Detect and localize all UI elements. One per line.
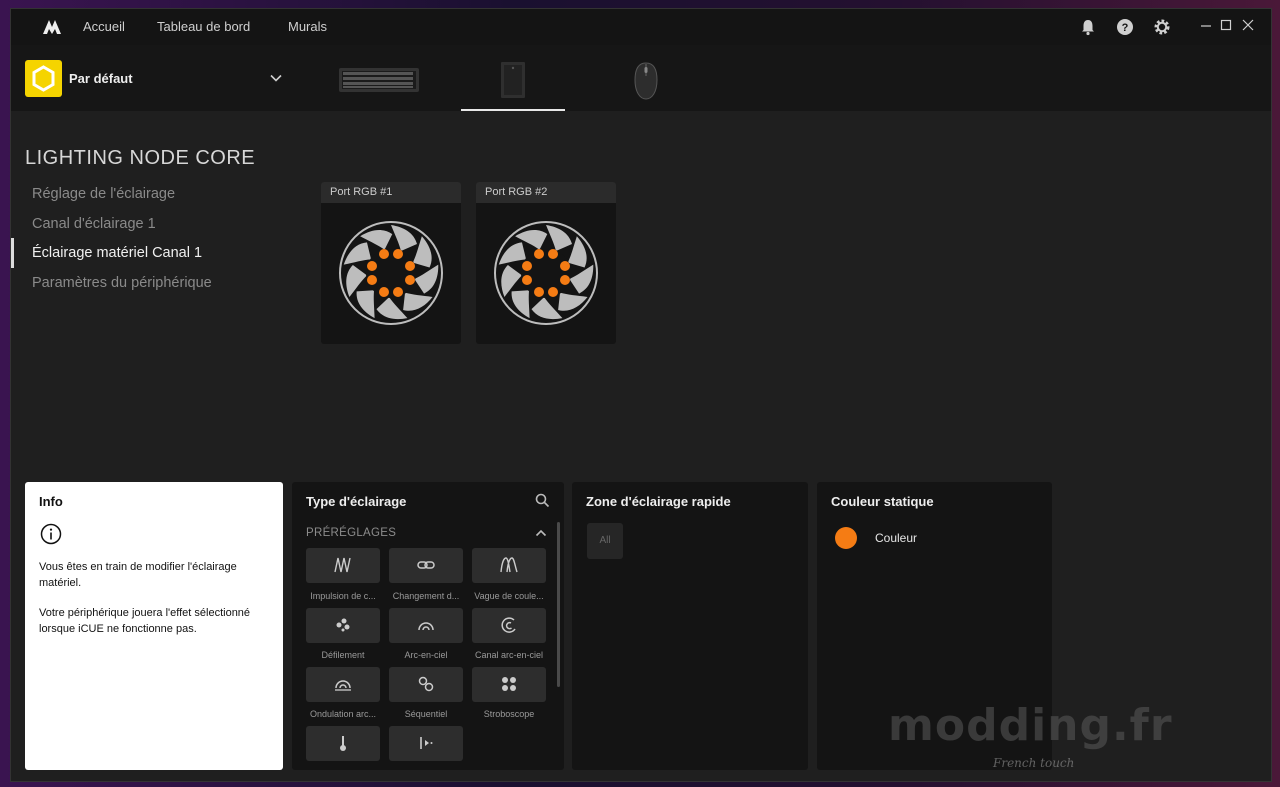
preset-label: Stroboscope (483, 709, 535, 719)
mouse-device-icon[interactable] (633, 62, 659, 100)
chevron-up-icon[interactable] (535, 528, 547, 538)
channel-rainbow-icon (501, 617, 516, 633)
sequential-icon (418, 676, 434, 692)
lighting-type-title: Type d'éclairage (306, 494, 407, 509)
main-content: LIGHTING NODE CORE Réglage de l'éclairag… (11, 111, 1271, 781)
preset-stroboscope[interactable] (472, 667, 546, 702)
menu-item-canal-eclairage-1[interactable]: Canal d'éclairage 1 (32, 216, 156, 232)
pulse-icon (334, 557, 351, 573)
nav-tableau-de-bord[interactable]: Tableau de bord (157, 19, 250, 34)
minimize-icon[interactable] (1198, 17, 1214, 33)
wave-icon (500, 557, 518, 573)
bell-icon[interactable] (1079, 18, 1097, 36)
presets-scrollbar[interactable] (557, 522, 560, 687)
ripple-icon (335, 680, 351, 691)
preset-changement[interactable] (389, 548, 463, 583)
static-color-title: Couleur statique (831, 494, 934, 509)
nav-accueil[interactable]: Accueil (83, 19, 125, 34)
preset-vague[interactable] (472, 548, 546, 583)
menu-item-reglage-eclairage[interactable]: Réglage de l'éclairage (32, 186, 175, 202)
port-card-1[interactable]: Port RGB #1 (321, 182, 461, 344)
preset-label: Arc-en-ciel (404, 650, 448, 660)
preset-arc-en-ciel[interactable] (389, 608, 463, 643)
preset-label: Changement d... (392, 591, 460, 601)
preset-label: Séquentiel (404, 709, 448, 719)
preset-label: Défilement (321, 650, 365, 660)
presets-section-label: PRÉRÉGLAGES (306, 527, 397, 539)
svg-text:?: ? (1122, 22, 1129, 34)
play-marker-icon (420, 737, 433, 749)
lighting-node-device-icon[interactable] (501, 62, 525, 98)
corsair-logo-icon (43, 20, 61, 34)
preset-label: Vague de coule... (474, 591, 544, 601)
menu-item-eclairage-materiel[interactable]: Éclairage matériel Canal 1 (32, 245, 202, 261)
preset-label: Canal arc-en-ciel (474, 650, 544, 660)
preset-sequentiel[interactable] (389, 667, 463, 702)
info-title: Info (39, 494, 63, 509)
maximize-icon[interactable] (1218, 17, 1234, 33)
all-zones-button[interactable]: All (587, 523, 623, 559)
rainbow-icon (418, 622, 434, 631)
top-bar: Accueil Tableau de bord Murals ? (11, 9, 1271, 45)
gear-icon[interactable] (1153, 18, 1171, 36)
device-title: LIGHTING NODE CORE (25, 147, 256, 169)
watermark-subtitle: French touch (993, 756, 1075, 770)
menu-item-parametres[interactable]: Paramètres du périphérique (32, 275, 212, 291)
active-menu-indicator (11, 238, 14, 268)
fan-icon[interactable] (321, 203, 461, 344)
info-panel: Info Vous êtes en train de modifier l'éc… (25, 482, 283, 770)
port-label: Port RGB #1 (321, 182, 461, 203)
fan-icon[interactable] (476, 203, 616, 344)
color-label: Couleur (875, 531, 918, 545)
keyboard-device-icon[interactable] (339, 68, 419, 92)
watermark-logo: modding.fr (888, 700, 1173, 751)
quick-zone-title: Zone d'éclairage rapide (586, 494, 731, 509)
preset-play-marker[interactable] (389, 726, 463, 761)
info-text-1: Vous êtes en train de modifier l'éclaira… (39, 561, 237, 589)
profile-name[interactable]: Par défaut (69, 71, 133, 86)
preset-temperature[interactable] (306, 726, 380, 761)
info-text-2: Votre périphérique jouera l'effet sélect… (39, 607, 251, 635)
profile-icon[interactable] (25, 60, 62, 97)
info-icon (40, 523, 62, 545)
quick-zone-panel: Zone d'éclairage rapide All (572, 482, 808, 770)
app-window: Accueil Tableau de bord Murals ? Par déf… (10, 8, 1272, 782)
link-icon (417, 561, 435, 569)
device-bar: Par défaut (11, 45, 1271, 112)
preset-ondulation[interactable] (306, 667, 380, 702)
preset-canal-arc-en-ciel[interactable] (472, 608, 546, 643)
preset-impulsion[interactable] (306, 548, 380, 583)
preset-label: Impulsion de c... (310, 591, 376, 601)
preset-label: Ondulation arc... (309, 709, 377, 719)
color-swatch[interactable] (835, 527, 857, 549)
strobe-icon (502, 677, 516, 691)
close-icon[interactable] (1240, 17, 1256, 33)
port-label: Port RGB #2 (476, 182, 616, 203)
chevron-down-icon[interactable] (269, 71, 283, 85)
preset-defilement[interactable] (306, 608, 380, 643)
temperature-icon (340, 736, 346, 751)
nav-murals[interactable]: Murals (288, 19, 327, 34)
scroll-icon (336, 618, 350, 632)
lighting-type-panel: Type d'éclairage PRÉRÉGLAGES Impulsion d… (292, 482, 564, 770)
help-icon[interactable]: ? (1116, 18, 1134, 36)
port-card-2[interactable]: Port RGB #2 (476, 182, 616, 344)
search-icon[interactable] (535, 493, 550, 508)
